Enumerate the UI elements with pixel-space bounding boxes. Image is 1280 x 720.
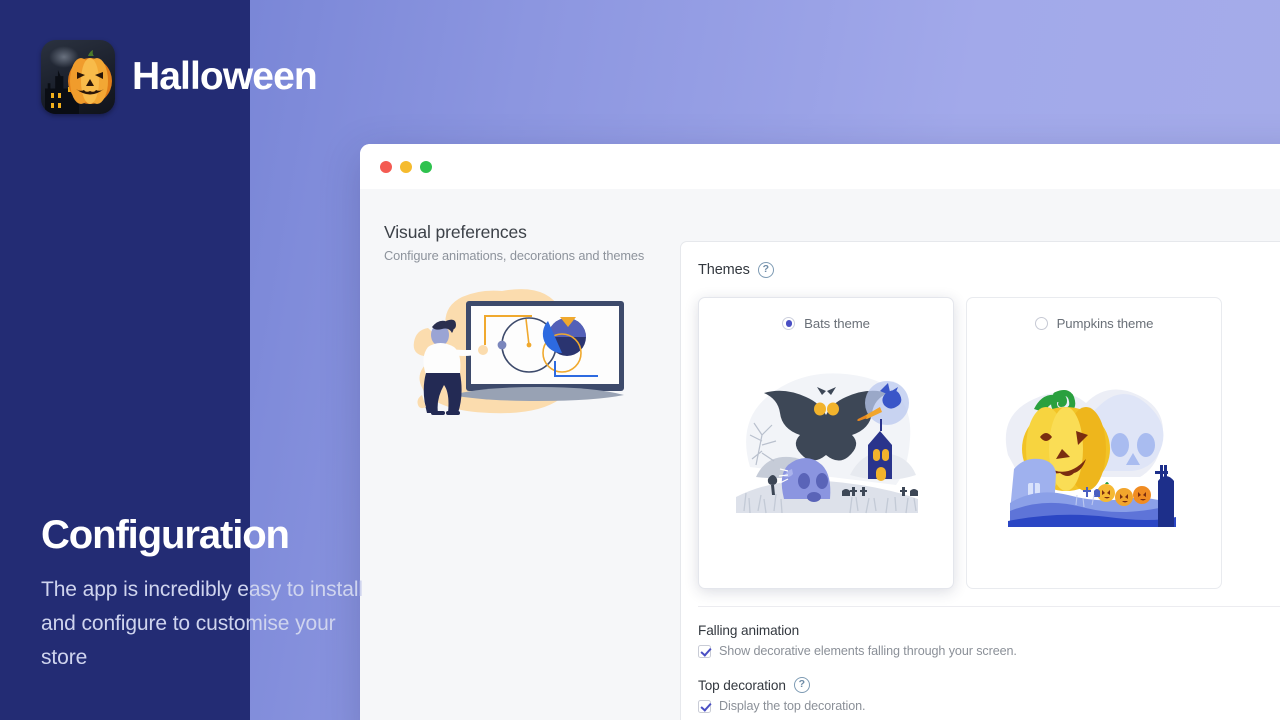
themes-section-header: Themes ? [698,262,1280,278]
themes-label: Themes [698,262,750,278]
window-close-button[interactable] [380,160,392,173]
theme-card-bats[interactable]: Bats theme [698,297,954,589]
checkbox-top-decoration[interactable] [698,699,711,713]
pumpkin-glyph [68,50,112,104]
window-maximize-button[interactable] [420,160,432,173]
promo-heading: Configuration [41,513,290,557]
help-question-icon-top-decoration[interactable]: ? [793,677,810,693]
settings-panel: Themes ? Bats theme Pumpkins theme Falli… [680,241,1280,720]
option-title-falling-animation: Falling animation [698,623,800,638]
promo-subtitle: The app is incredibly easy to install an… [41,578,363,670]
theme-label-bats: Bats theme [804,316,870,331]
brand-title: Halloween [132,55,318,98]
screenshot-stage: Halloween Configuration The app is incre… [0,0,1280,720]
option-row-falling-animation[interactable]: Show decorative elements falling through… [698,644,1280,658]
radio-pumpkins-theme[interactable] [1034,317,1048,330]
pumpkin-skull-illustration [1005,389,1176,527]
window-body: Visual preferences Configure animations,… [360,189,1280,720]
option-row-top-decoration[interactable]: Display the top decoration. [698,699,1280,713]
theme-label-pumpkins: Pumpkins theme [1056,316,1154,331]
window-titlebar [360,144,1280,189]
brand-row: Halloween [41,40,318,114]
option-header-falling-animation: Falling animation [698,623,1280,638]
option-header-top-decoration: Top decoration ? [698,677,1280,693]
preferences-sidebar: Visual preferences Configure animations,… [360,189,680,720]
radio-bats-theme[interactable] [782,317,796,330]
preferences-subtitle: Configure animations, decorations and th… [384,248,645,263]
options-list: Falling animation Show decorative elemen… [698,606,1280,720]
option-desc-top-decoration: Display the top decoration. [719,699,866,713]
halloween-pumpkin-app-icon [41,40,115,114]
help-question-icon[interactable]: ? [757,262,774,278]
option-group-top-decoration: Top decoration ? Display the top decorat… [698,677,1280,713]
option-desc-falling-animation: Show decorative elements falling through… [719,644,1017,658]
checkbox-falling-animation[interactable] [698,644,711,658]
bats-graveyard-illustration [736,373,918,514]
app-window: Visual preferences Configure animations,… [360,144,1280,720]
theme-cards-row: Bats theme Pumpkins theme [698,297,1280,589]
person-presenting-charts-illustration [413,289,624,415]
theme-radio-row-bats[interactable]: Bats theme [782,316,870,331]
option-title-top-decoration: Top decoration [698,677,786,693]
window-minimize-button[interactable] [400,160,412,173]
option-group-falling-animation: Falling animation Show decorative elemen… [698,623,1280,658]
promo-text-block: Configuration The app is incredibly easy… [41,513,371,675]
theme-card-pumpkins[interactable]: Pumpkins theme [966,297,1222,589]
theme-radio-row-pumpkins[interactable]: Pumpkins theme [1034,316,1154,331]
preferences-title: Visual preferences [384,222,527,242]
